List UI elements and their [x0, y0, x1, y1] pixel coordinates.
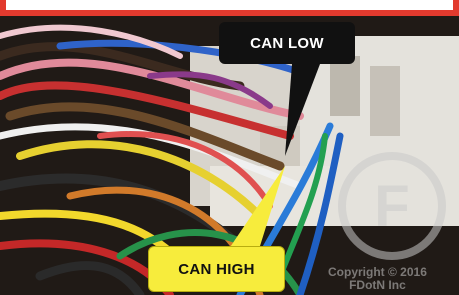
- can-low-callout: CAN LOW: [219, 22, 355, 64]
- red-header-bar: [0, 0, 459, 16]
- watermark-logo-letter: F: [374, 174, 409, 239]
- can-high-callout: CAN HIGH: [148, 246, 285, 292]
- copyright-watermark: Copyright © 2016 FDotN Inc: [328, 266, 427, 292]
- header-inner: [6, 0, 453, 10]
- wiring-photo-frame: F CAN LOW CAN HIGH Copyright © 2016 FDot…: [0, 0, 459, 295]
- copyright-line-2: FDotN Inc: [349, 278, 406, 292]
